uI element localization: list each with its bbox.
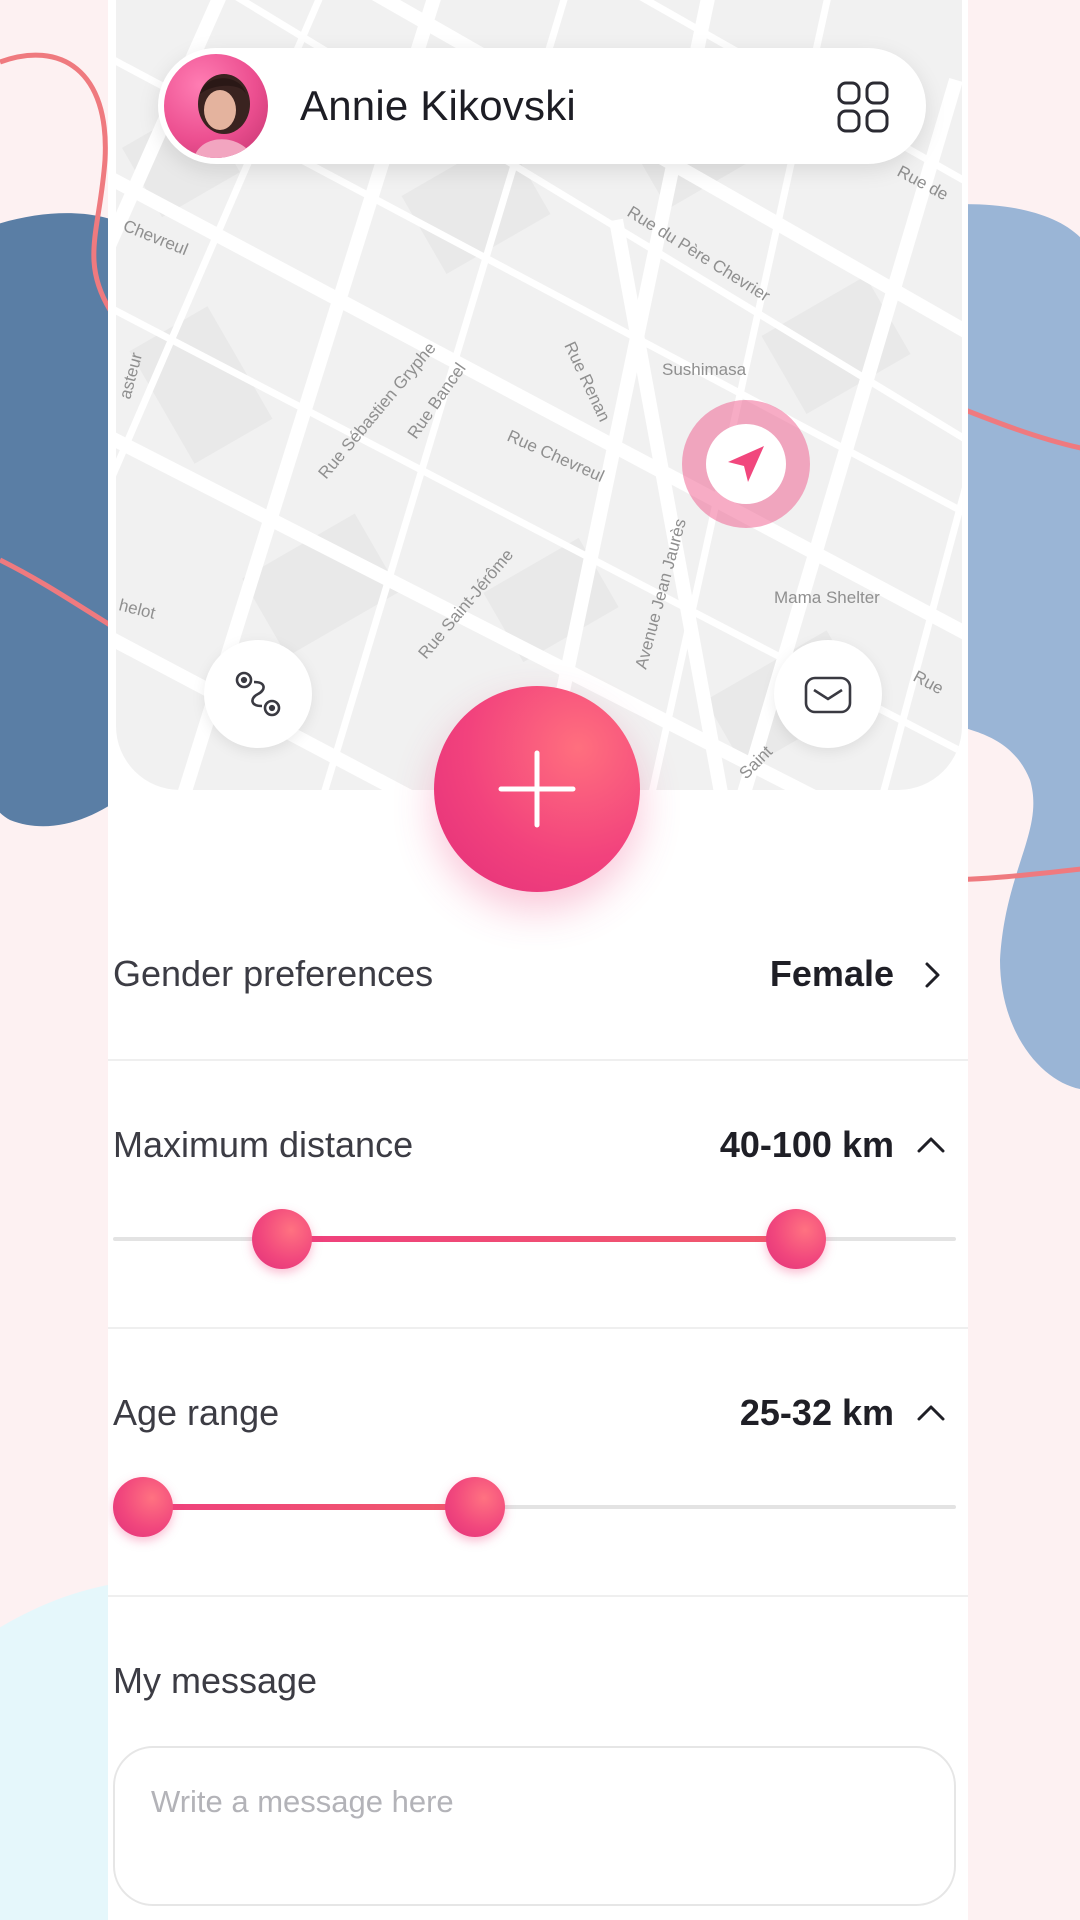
maximum-distance-value: 40-100 km [719, 1124, 894, 1165]
profile-header[interactable]: Annie Kikovski [158, 48, 926, 164]
gender-preferences-label: Gender preferences [113, 953, 434, 994]
age-range-label: Age range [113, 1392, 280, 1433]
messages-button[interactable] [774, 640, 882, 748]
map-label: asteur [116, 350, 146, 401]
map-label: Rue [910, 667, 946, 698]
slider-fill [142, 1504, 476, 1510]
phone-screen: Chevreul Rue du Père Chevrier Sushimasa … [108, 0, 968, 1920]
map-label: Sushimasa [662, 360, 747, 379]
map-view[interactable]: Chevreul Rue du Père Chevrier Sushimasa … [116, 0, 962, 790]
route-icon [235, 671, 281, 717]
slider-fill [281, 1236, 796, 1242]
slider-thumb-min[interactable] [112, 1477, 173, 1537]
add-button[interactable] [434, 686, 640, 892]
gender-preferences-value: Female [769, 953, 894, 994]
my-message-label: My message [113, 1660, 318, 1701]
mail-icon [804, 676, 852, 714]
avatar[interactable] [164, 54, 268, 158]
chevron-right-icon[interactable] [920, 961, 944, 989]
slider-thumb-max[interactable] [765, 1209, 826, 1269]
navigation-arrow-icon [728, 446, 764, 482]
maximum-distance-label: Maximum distance [113, 1124, 414, 1165]
map-label: Rue Renan [560, 339, 614, 425]
divider [108, 1595, 968, 1597]
chevron-up-icon[interactable] [916, 1134, 946, 1156]
grid-icon[interactable] [836, 80, 890, 134]
slider-thumb-min[interactable] [251, 1209, 312, 1269]
divider [108, 1327, 968, 1329]
slider-thumb-max[interactable] [445, 1477, 506, 1537]
map-label: helot [117, 595, 158, 622]
current-location-marker[interactable] [682, 400, 810, 528]
chevron-up-icon[interactable] [916, 1402, 946, 1424]
plus-icon [498, 750, 576, 828]
profile-name: Annie Kikovski [300, 82, 576, 129]
message-input[interactable] [113, 1746, 956, 1906]
route-button[interactable] [204, 640, 312, 748]
age-range-slider[interactable] [112, 1477, 956, 1537]
age-range-value: 25-32 km [739, 1392, 894, 1433]
divider [108, 1059, 968, 1061]
distance-slider[interactable] [113, 1209, 956, 1269]
map-label: Mama Shelter [774, 588, 880, 607]
